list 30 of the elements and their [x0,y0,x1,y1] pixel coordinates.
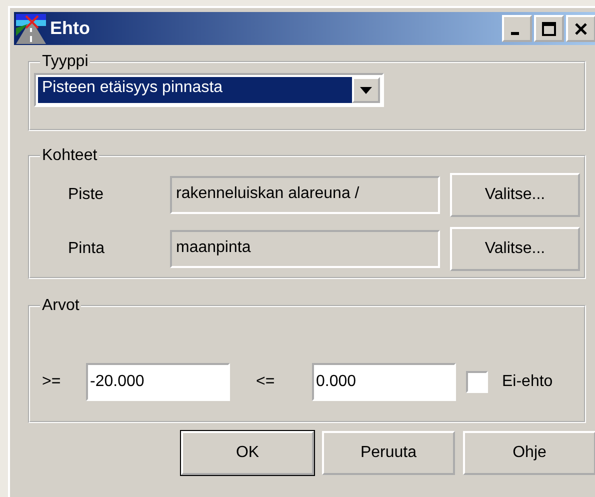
minimize-button[interactable] [502,15,532,42]
group-label: Arvot [41,297,80,315]
readonly-field: rakenneluiskan alareuna / [170,176,440,214]
group-label: Tyyppi [41,53,90,71]
min-value-field[interactable]: -20.000 [86,363,230,401]
operator-label: >= [41,373,62,391]
select-button[interactable]: Valitse... [450,227,580,271]
checkbox-label: Ei-ehto [502,373,553,391]
close-button[interactable] [566,15,595,42]
max-value-field[interactable]: 0.000 [312,363,456,401]
dialog-button[interactable]: Peruuta [322,431,455,475]
checkbox[interactable] [466,371,488,393]
readonly-field: maanpinta [170,230,440,268]
maximize-button[interactable] [534,15,564,42]
dropdown-value: Pisteen etäisyys pinnasta [38,77,352,103]
road-icon [16,14,46,44]
window-title: Ehto [50,18,91,39]
maximize-icon [542,22,556,36]
minimize-icon [511,32,519,35]
dialog-button[interactable]: Ohje [463,431,595,475]
group-label: Kohteet [41,147,98,165]
dialog-button[interactable]: OK [181,431,314,475]
field-label: Piste [67,186,105,204]
operator-label: <= [255,373,276,391]
caret-icon [360,86,372,94]
dropdown-arrow-button[interactable] [352,77,380,103]
type-dropdown[interactable]: Pisteen etäisyys pinnasta [34,73,384,107]
close-icon [574,22,588,36]
select-button[interactable]: Valitse... [450,173,580,217]
field-label: Pinta [67,240,106,258]
